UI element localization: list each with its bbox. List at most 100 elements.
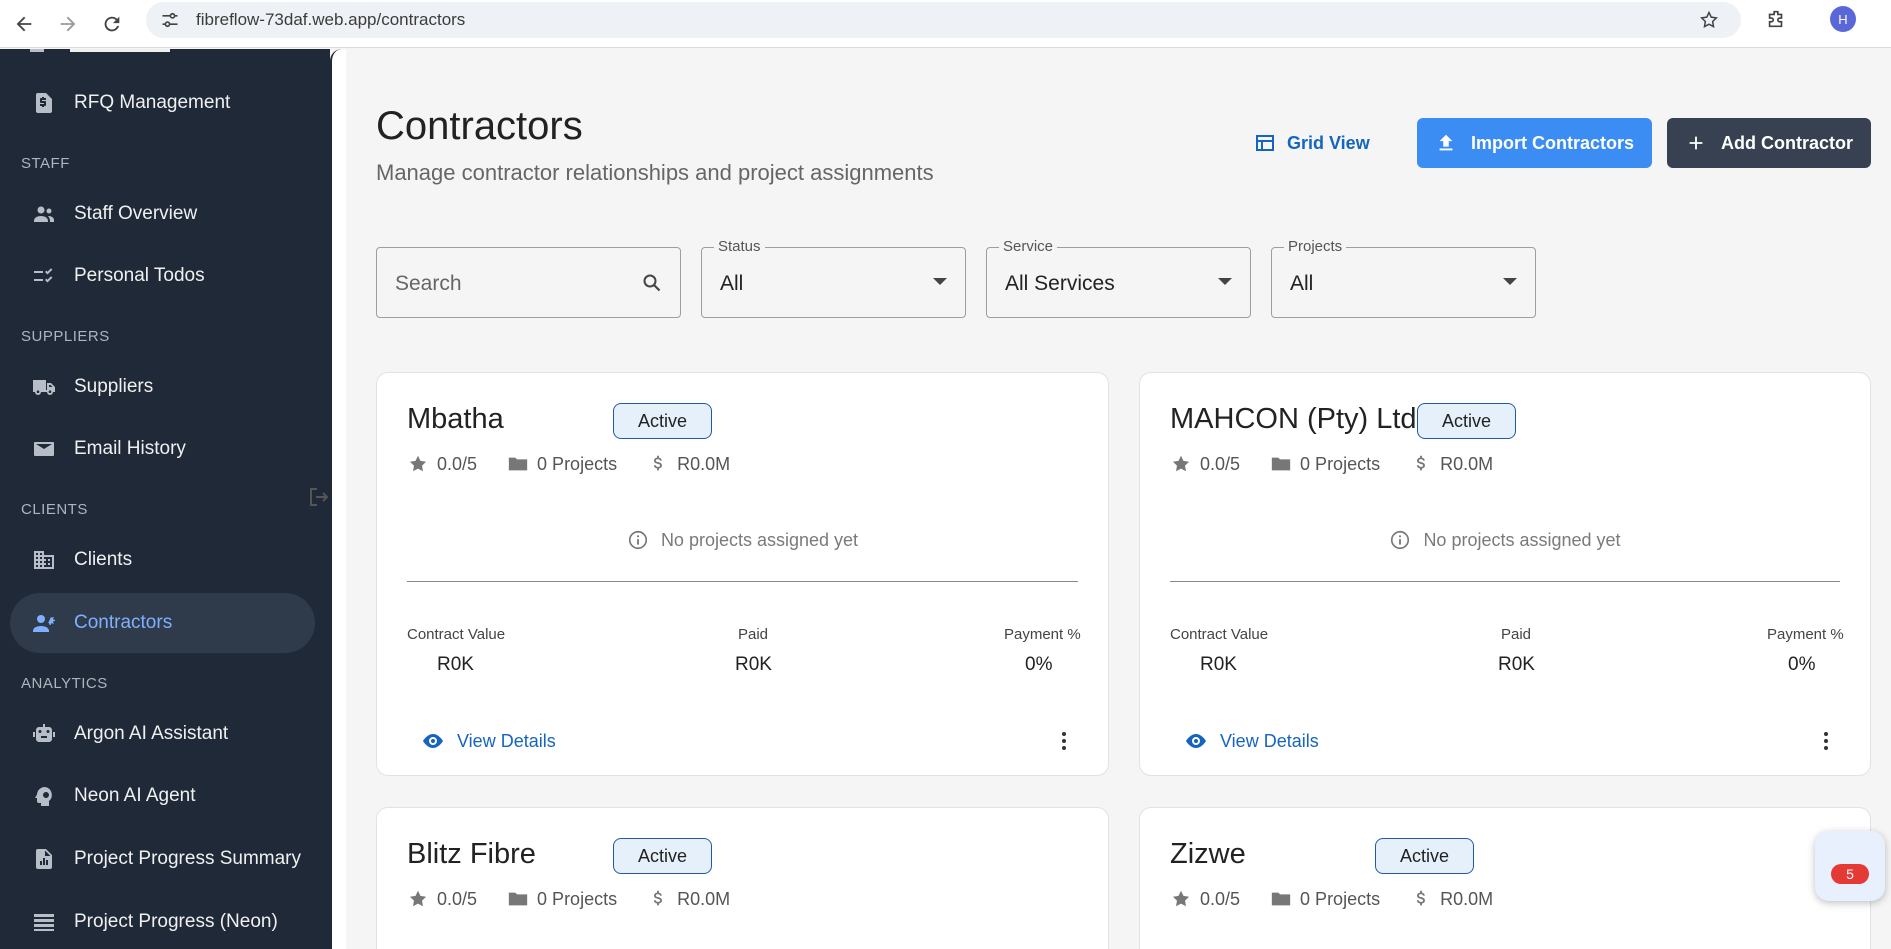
sidebar-item-label: Email History xyxy=(74,438,186,459)
contract-value-amount: R0K xyxy=(437,654,474,675)
back-button[interactable] xyxy=(4,4,44,44)
add-contractor-button[interactable]: Add Contractor xyxy=(1667,118,1871,168)
dollar-icon xyxy=(653,455,663,471)
import-contractors-button[interactable]: Import Contractors xyxy=(1417,118,1652,168)
contract-value: R0.0M xyxy=(677,453,731,474)
summary-icon xyxy=(36,849,52,869)
eye-icon xyxy=(1186,734,1206,748)
sidebar-item-label: Project Progress Summary xyxy=(74,848,302,869)
add-contractor-label: Add Contractor xyxy=(1721,132,1853,153)
sidebar-item-clients[interactable]: Clients xyxy=(10,530,315,590)
more-vert-icon[interactable] xyxy=(1814,729,1838,753)
contractor-name: Blitz Fibre xyxy=(407,838,536,870)
reload-button[interactable] xyxy=(92,4,132,44)
status-value: All xyxy=(720,272,744,295)
sidebar-item-label: Clients xyxy=(74,549,133,570)
folder-icon xyxy=(1271,892,1291,906)
notification-widget[interactable]: 5 xyxy=(1815,831,1885,901)
service-select[interactable]: Service All Services xyxy=(986,238,1251,318)
contractor-card: Mbatha Active 0.0/5 0 Projects R0.0M No … xyxy=(376,372,1109,776)
status-label: Status xyxy=(714,238,765,255)
projects-label: Projects xyxy=(1284,238,1347,255)
sidebar-item-argon-ai[interactable]: Argon AI Assistant xyxy=(10,704,315,764)
site-info-icon[interactable] xyxy=(160,10,180,30)
dollar-icon xyxy=(653,890,663,906)
contract-value-amount: R0K xyxy=(1200,654,1237,675)
no-projects-text: No projects assigned yet xyxy=(660,529,859,550)
status-select[interactable]: Status All xyxy=(701,238,966,318)
sidebar-item-email-history[interactable]: Email History xyxy=(10,419,315,479)
star-icon xyxy=(409,455,427,472)
search-input[interactable]: Search xyxy=(376,247,681,318)
folder-icon xyxy=(508,892,528,906)
contract-value: R0.0M xyxy=(1440,888,1494,909)
service-label: Service xyxy=(999,238,1058,255)
sidebar-item-label: Project Progress (Neon) xyxy=(74,911,278,932)
profile-avatar[interactable]: H xyxy=(1830,6,1856,32)
url-text[interactable]: fibreflow-73daf.web.app/contractors xyxy=(196,10,465,30)
search-icon[interactable] xyxy=(640,271,664,295)
service-value: All Services xyxy=(1005,272,1115,295)
sidebar-item-project-progress-neon[interactable]: Project Progress (Neon) xyxy=(10,892,315,949)
star-icon xyxy=(1172,455,1190,472)
star-icon xyxy=(1172,890,1190,907)
folder-icon xyxy=(1271,457,1291,471)
more-vert-icon[interactable] xyxy=(1052,729,1076,753)
sidebar-item-neon-ai[interactable]: Neon AI Agent xyxy=(10,766,315,826)
grid-view-button[interactable]: Grid View xyxy=(1253,118,1370,168)
status-badge: Active xyxy=(1417,403,1516,439)
payment-percent-label: Payment % xyxy=(1767,626,1844,643)
payment-percent-label: Payment % xyxy=(1004,626,1081,643)
rating-value: 0.0/5 xyxy=(437,888,478,909)
payment-percent-value: 0% xyxy=(1788,654,1816,675)
section-suppliers: SUPPLIERS xyxy=(21,328,110,345)
eye-icon xyxy=(423,734,443,748)
status-badge: Active xyxy=(613,403,712,439)
bookmark-star-icon[interactable] xyxy=(1699,10,1719,30)
sidebar-item-label: RFQ Management xyxy=(74,92,231,113)
contractor-card: Blitz Fibre Active 0.0/5 0 Projects R0.0… xyxy=(376,807,1109,949)
contractor-meta: 0.0/5 0 Projects R0.0M xyxy=(1170,888,1523,910)
contractor-name: Zizwe xyxy=(1170,838,1246,870)
projects-count: 0 Projects xyxy=(537,453,618,474)
reload-icon xyxy=(104,16,120,31)
forward-button[interactable] xyxy=(48,4,88,44)
sidebar-item-rfq-management[interactable]: RFQ Management xyxy=(10,73,315,133)
sidebar-item-personal-todos[interactable]: Personal Todos xyxy=(10,246,315,306)
view-details-button[interactable]: View Details xyxy=(1184,729,1319,753)
projects-select[interactable]: Projects All xyxy=(1271,238,1536,318)
no-projects-text: No projects assigned yet xyxy=(1423,529,1621,550)
section-analytics: ANALYTICS xyxy=(21,675,108,692)
sidebar-border xyxy=(330,49,346,949)
paid-label: Paid xyxy=(738,626,769,643)
plus-icon xyxy=(1689,136,1703,150)
sidebar-item-suppliers[interactable]: Suppliers xyxy=(10,357,315,417)
extensions-icon[interactable] xyxy=(1765,8,1787,30)
mail-icon xyxy=(34,442,54,456)
sidebar-item-project-progress-summary[interactable]: Project Progress Summary xyxy=(10,829,315,889)
rating-value: 0.0/5 xyxy=(437,453,478,474)
sidebar-item-staff-overview[interactable]: Staff Overview xyxy=(10,184,315,244)
payment-percent-value: 0% xyxy=(1025,654,1053,675)
sidebar-item-contractors[interactable]: Contractors xyxy=(10,593,315,653)
contract-value: R0.0M xyxy=(1440,453,1494,474)
sidebar-item-label: Personal Todos xyxy=(74,265,205,286)
divider xyxy=(1170,581,1840,582)
contractor-card: MAHCON (Pty) Ltd Active 0.0/5 0 Projects… xyxy=(1139,372,1871,776)
dollar-icon xyxy=(1416,890,1426,906)
view-details-button[interactable]: View Details xyxy=(421,729,556,753)
import-contractors-label: Import Contractors xyxy=(1470,132,1634,153)
no-projects-message: No projects assigned yet xyxy=(377,529,1108,551)
sidebar-item-label: Argon AI Assistant xyxy=(74,723,229,744)
star-icon xyxy=(409,890,427,907)
engineering-icon xyxy=(33,615,55,632)
request-quote-icon xyxy=(36,93,52,113)
sidebar-item-label: Neon AI Agent xyxy=(74,785,196,806)
chevron-down-icon xyxy=(1218,278,1232,285)
contract-value-label: Contract Value xyxy=(407,626,506,643)
chevron-down-icon xyxy=(1503,278,1517,285)
collapse-sidebar-icon[interactable] xyxy=(307,485,331,509)
paid-label: Paid xyxy=(1501,626,1532,643)
info-icon xyxy=(1391,530,1410,550)
address-bar[interactable]: fibreflow-73daf.web.app/contractors xyxy=(146,2,1741,38)
